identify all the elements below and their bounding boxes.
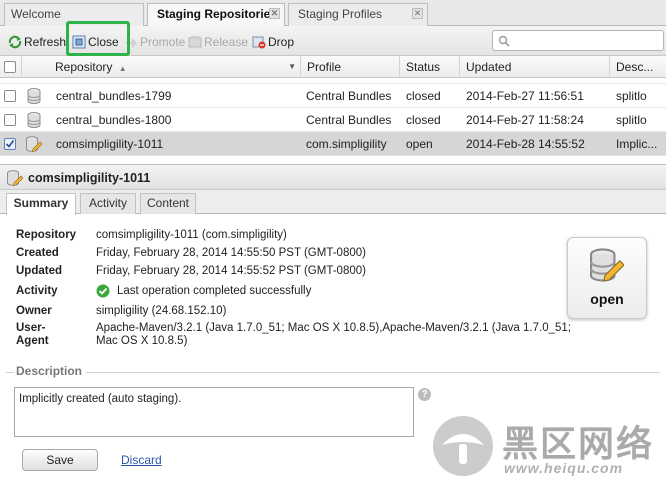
divider: [6, 372, 14, 373]
tab-content[interactable]: Content: [140, 193, 196, 214]
field-label: Created: [16, 247, 59, 259]
field-label: Activity: [16, 285, 58, 297]
cell-repository: central_bundles-1800: [56, 113, 172, 127]
cell-updated: 2014-Feb-27 11:56:51: [466, 89, 584, 103]
field-value: Friday, February 28, 2014 14:55:50 PST (…: [96, 247, 366, 259]
release-label: Release: [204, 35, 249, 49]
status-badge-label: open: [590, 291, 624, 307]
description-legend: Description: [16, 364, 83, 378]
column-status[interactable]: Status: [400, 56, 460, 78]
field-value-line1: Apache-Maven/3.2.1 (Java 1.7.0_51; Mac O…: [96, 322, 571, 334]
repository-edit-icon: [590, 248, 624, 282]
detail-tabbar: Summary Activity Content: [0, 190, 666, 215]
table-row-selected[interactable]: comsimpligility-1011 com.simpligility op…: [0, 132, 666, 156]
row-checkbox[interactable]: [4, 114, 16, 126]
tab-label: Activity: [88, 196, 127, 210]
tab-label: Staging Repositorie: [157, 7, 271, 21]
cell-description: splitlo: [616, 89, 647, 103]
sort-asc-icon: ▲: [118, 64, 127, 73]
release-icon: [188, 36, 202, 48]
tab-label: Welcome: [11, 7, 61, 21]
search-icon: [498, 35, 510, 47]
close-tab-icon[interactable]: ✕: [269, 8, 280, 19]
refresh-label: Refresh: [24, 35, 67, 49]
mushroom-logo-icon: [433, 416, 493, 476]
cell-description: splitlo: [616, 113, 647, 127]
cell-repository: comsimpligility-1011: [56, 137, 164, 151]
field-value: Friday, February 28, 2014 14:55:52 PST (…: [96, 265, 366, 277]
column-repository[interactable]: Repository ▲ ▼: [49, 56, 301, 78]
divider: [86, 372, 660, 373]
drop-button[interactable]: Drop: [252, 34, 294, 50]
field-value-line2: Mac OS X 10.8.5): [96, 335, 188, 347]
repository-edit-icon: [7, 170, 23, 186]
refresh-icon: [8, 35, 22, 49]
grid-header: Repository ▲ ▼ Profile Status Updated De…: [0, 56, 666, 78]
cell-repository: central_bundles-1799: [56, 89, 172, 103]
cell-profile: Central Bundles: [306, 113, 392, 127]
success-check-icon: [96, 284, 110, 298]
tab-label: Staging Profiles: [298, 7, 383, 21]
repository-edit-icon: [26, 136, 42, 152]
field-value: Last operation completed successfully: [117, 285, 312, 297]
field-value: comsimpligility-1011 (com.simpligility): [96, 229, 287, 241]
select-all-checkbox-cell: [0, 56, 22, 78]
field-value: simpligility (24.68.152.10): [96, 305, 227, 317]
cell-updated: 2014-Feb-27 11:58:24: [466, 113, 584, 127]
field-label: Repository: [16, 229, 77, 241]
refresh-button[interactable]: Refresh: [8, 34, 66, 50]
detail-panel-header: comsimpligility-1011: [0, 164, 666, 190]
cell-status: closed: [406, 89, 441, 103]
drop-icon: [252, 36, 266, 49]
cell-updated: 2014-Feb-28 14:55:52: [466, 137, 585, 151]
select-all-checkbox[interactable]: [4, 61, 16, 73]
tab-staging-profiles[interactable]: Staging Profiles ✕: [288, 3, 428, 26]
help-icon[interactable]: ?: [418, 388, 431, 401]
column-label: Desc...: [616, 60, 654, 74]
column-label: Updated: [466, 60, 512, 74]
description-textarea[interactable]: Implicitly created (auto staging).: [14, 387, 414, 437]
save-button[interactable]: Save: [22, 449, 98, 471]
column-profile[interactable]: Profile: [301, 56, 400, 78]
column-menu-icon[interactable]: ▼: [288, 56, 296, 78]
field-label: Updated: [16, 265, 62, 277]
cell-status: closed: [406, 113, 441, 127]
tab-summary[interactable]: Summary: [6, 193, 76, 215]
checkmark-icon: [5, 140, 15, 148]
cell-profile: Central Bundles: [306, 89, 392, 103]
cell-profile: com.simpligility: [306, 137, 387, 151]
cell-description: Implic...: [616, 137, 658, 151]
promote-label: Promote: [140, 35, 186, 49]
release-button[interactable]: Release: [188, 34, 248, 50]
column-label: Profile: [307, 60, 342, 74]
watermark-url: www.heiqu.com: [504, 460, 624, 476]
discard-link[interactable]: Discard: [121, 453, 162, 467]
tab-label: Summary: [13, 196, 69, 210]
search-input[interactable]: [492, 30, 664, 51]
column-label: Status: [406, 60, 441, 74]
repository-db-icon: [27, 112, 41, 128]
promote-button[interactable]: Promote: [124, 34, 185, 50]
column-description[interactable]: Desc...: [610, 56, 666, 78]
close-button-highlight: [66, 21, 130, 56]
column-label: Repository: [55, 60, 113, 74]
status-badge: open: [567, 237, 647, 319]
row-checkbox[interactable]: [4, 90, 16, 102]
table-row[interactable]: central_bundles-1799 Central Bundles clo…: [0, 84, 666, 108]
tab-label: Content: [146, 196, 190, 210]
watermark-logo: 黑区网络 www.heiqu.com: [432, 413, 664, 481]
column-updated[interactable]: Updated: [460, 56, 610, 78]
field-label-line1: User-: [16, 322, 46, 334]
repository-db-icon: [27, 88, 41, 104]
detail-title: comsimpligility-1011: [28, 171, 151, 185]
tab-activity[interactable]: Activity: [80, 193, 136, 214]
table-row[interactable]: central_bundles-1800 Central Bundles clo…: [0, 108, 666, 132]
drop-label: Drop: [268, 35, 295, 49]
row-checkbox-checked[interactable]: [4, 138, 16, 150]
cell-status: open: [406, 137, 433, 151]
field-label: Owner: [16, 305, 52, 317]
tab-staging-repositories[interactable]: Staging Repositorie ✕: [147, 3, 285, 27]
field-label-line2: Agent: [16, 335, 49, 347]
close-tab-icon[interactable]: ✕: [412, 8, 423, 19]
